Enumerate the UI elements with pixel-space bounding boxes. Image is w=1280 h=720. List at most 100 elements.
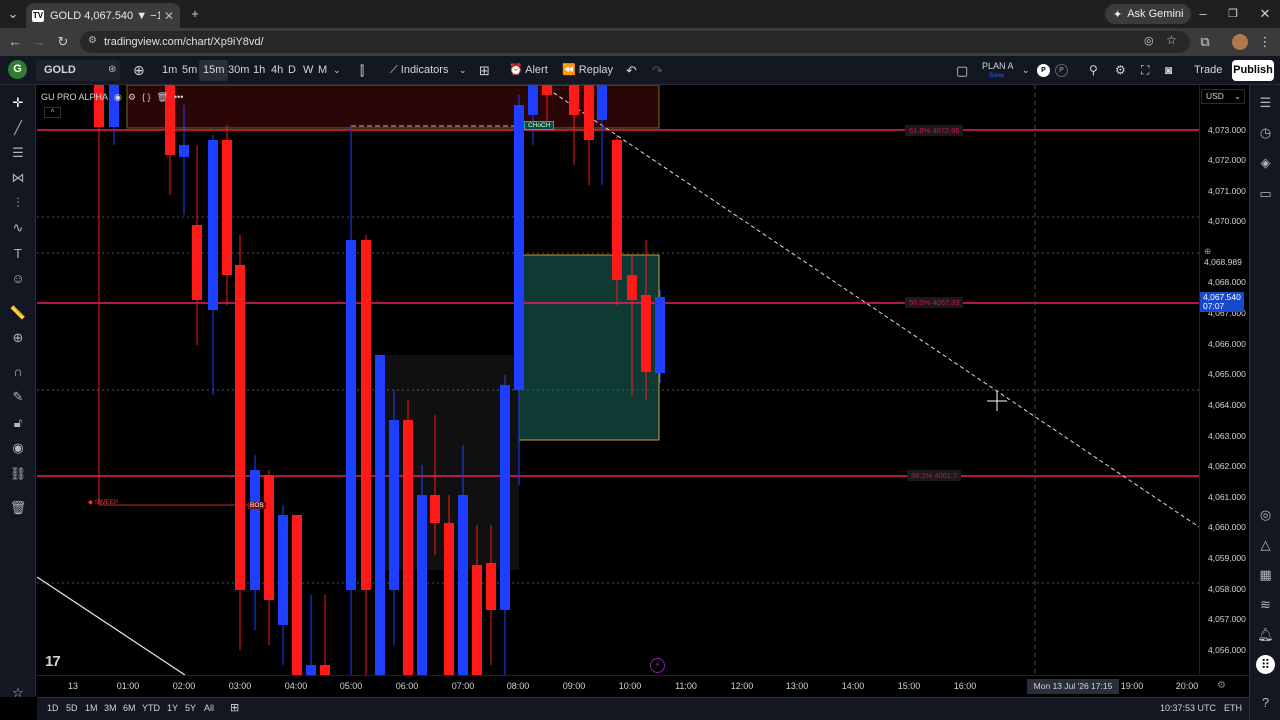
currency-select[interactable]: USD ⌄: [1201, 89, 1245, 104]
range-all[interactable]: All: [204, 703, 214, 713]
candle-style-icon[interactable]: ⫿: [356, 60, 368, 81]
indicator-delete-icon[interactable]: 🗑︎: [156, 92, 167, 103]
trade-button[interactable]: Trade: [1190, 60, 1226, 81]
indicator-visibility-icon[interactable]: ◉: [114, 92, 122, 103]
back-icon[interactable]: ←: [4, 28, 26, 56]
indicators-button[interactable]: ⟋ Indicators: [386, 60, 452, 81]
tradingview-logo[interactable]: 17: [45, 653, 61, 670]
interval-dropdown-icon[interactable]: ⌄: [329, 60, 345, 81]
quick-search-icon[interactable]: ⚲: [1085, 60, 1102, 81]
link-tool-icon[interactable]: ⛓: [8, 464, 28, 484]
extensions-icon[interactable]: ⧉: [1194, 28, 1216, 56]
interval-d[interactable]: D: [284, 60, 300, 81]
layout-dropdown-icon[interactable]: ⌄: [1018, 60, 1034, 81]
indicator-source-icon[interactable]: { }: [142, 92, 151, 102]
p-outline-icon[interactable]: P: [1055, 64, 1068, 77]
horizontal-lines-tool-icon[interactable]: ☰: [8, 143, 28, 163]
text-tool-icon[interactable]: T: [8, 244, 28, 264]
replay-button[interactable]: ⏪ Replay: [558, 60, 617, 81]
chat-icon[interactable]: ▭: [1256, 184, 1275, 203]
chart-pane[interactable]: GU PRO ALPHA ◉ ⚙ { } 🗑︎ ••• ^ 61.8% 4072…: [37, 85, 1199, 675]
settings-gear-icon[interactable]: ⚙: [1111, 60, 1130, 81]
emoji-tool-icon[interactable]: ☺: [8, 269, 28, 289]
range-5d[interactable]: 5D: [66, 703, 78, 713]
layout-save-label[interactable]: Save: [989, 72, 1004, 79]
minimize-icon[interactable]: –: [1188, 0, 1218, 28]
magnet-tool-icon[interactable]: ∩: [8, 362, 28, 382]
forward-icon[interactable]: →: [28, 28, 50, 56]
layers-icon[interactable]: ◈: [1256, 153, 1275, 172]
interval-5m[interactable]: 5m: [178, 60, 201, 81]
url-field[interactable]: ⚙ tradingview.com/chart/Xp9iY8vd/ ◎ ☆: [80, 31, 1190, 53]
lightning-event-icon[interactable]: ⚡︎: [650, 658, 665, 673]
reload-icon[interactable]: ↻: [52, 28, 74, 56]
axis-settings-icon[interactable]: ⚙: [1217, 680, 1226, 691]
profile-avatar[interactable]: [1232, 34, 1248, 50]
bookmark-star-icon[interactable]: ☆: [1166, 33, 1177, 47]
eye-off-icon[interactable]: ◎: [1144, 34, 1154, 47]
undo-icon[interactable]: ↶: [622, 60, 641, 81]
add-alert-plus-icon[interactable]: ⊕: [1204, 246, 1211, 256]
range-1y[interactable]: 1Y: [167, 703, 178, 713]
range-6m[interactable]: 6M: [123, 703, 136, 713]
range-1m[interactable]: 1M: [85, 703, 98, 713]
close-window-icon[interactable]: ✕: [1250, 0, 1280, 28]
alert-button[interactable]: ⏰ Alert: [505, 60, 552, 81]
trash-tool-icon[interactable]: 🗑︎: [8, 498, 28, 518]
eye-tool-icon[interactable]: ◉: [8, 438, 28, 458]
layout-square-icon[interactable]: ▢: [952, 60, 972, 81]
compare-plus-icon[interactable]: ⊕: [129, 60, 149, 81]
layout-name[interactable]: PLAN A: [982, 61, 1014, 71]
time-axis[interactable]: 13 01:00 02:00 03:00 04:00 05:00 06:00 07:00 08:…: [37, 675, 1249, 697]
redo-icon[interactable]: ↷: [648, 60, 667, 81]
streams-icon[interactable]: ≋: [1256, 595, 1275, 614]
help-icon[interactable]: ?: [1256, 693, 1275, 712]
p-badge-icon[interactable]: P: [1037, 64, 1050, 77]
ideas-icon[interactable]: △: [1256, 535, 1275, 554]
templates-grid-icon[interactable]: ⊞: [475, 60, 494, 81]
indicator-more-icon[interactable]: •••: [174, 92, 183, 102]
indicators-dropdown-icon[interactable]: ⌄: [455, 60, 471, 81]
clock-alerts-icon[interactable]: ◷: [1256, 123, 1275, 142]
apps-grid-icon[interactable]: ⠿: [1256, 655, 1275, 674]
session-toggle[interactable]: ETH: [1224, 703, 1242, 713]
tab-search-icon[interactable]: ⌄: [0, 0, 26, 28]
camera-icon[interactable]: ◙: [1161, 60, 1176, 81]
pencil-lock-tool-icon[interactable]: ✎: [8, 387, 28, 407]
favorite-star-icon[interactable]: ☆: [8, 683, 28, 703]
range-ytd[interactable]: YTD: [142, 703, 160, 713]
user-avatar[interactable]: G: [8, 60, 27, 79]
price-axis[interactable]: 4,073.000 4,072.000 4,071.000 4,070.000 4,06…: [1199, 85, 1249, 675]
watchlist-icon[interactable]: ☰: [1256, 93, 1275, 112]
range-5y[interactable]: 5Y: [185, 703, 196, 713]
target-icon[interactable]: ◎: [1256, 505, 1275, 524]
indicator-settings-icon[interactable]: ⚙: [128, 92, 136, 103]
goto-date-icon[interactable]: ⊞: [230, 701, 239, 714]
fullscreen-icon[interactable]: ⛶: [1137, 60, 1153, 81]
calendar-icon[interactable]: ▦: [1256, 565, 1275, 584]
indicator-name[interactable]: GU PRO ALPHA: [41, 92, 108, 102]
close-tab-icon[interactable]: ✕: [164, 9, 174, 23]
new-tab-icon[interactable]: +: [180, 0, 210, 28]
ruler-tool-icon[interactable]: 📏: [8, 303, 28, 323]
notifications-bell-icon[interactable]: 🔔︎: [1256, 625, 1275, 644]
price-tick-label: 4,071.000: [1208, 186, 1246, 196]
browser-menu-icon[interactable]: ⋮: [1254, 28, 1276, 56]
trend-line-tool-icon[interactable]: ╱: [8, 118, 28, 138]
utc-clock[interactable]: 10:37:53 UTC: [1160, 703, 1216, 713]
pattern-tool-icon[interactable]: ⋈: [8, 168, 28, 188]
browser-tab[interactable]: TV GOLD 4,067.540 ▼ −1.28% PLA ✕: [26, 3, 180, 28]
crosshair-tool-icon[interactable]: ✛: [8, 93, 28, 113]
site-info-icon[interactable]: ⚙: [88, 35, 97, 46]
symbol-menu-icon[interactable]: ⊛: [108, 64, 116, 75]
ask-gemini-button[interactable]: ✦ Ask Gemini: [1105, 4, 1192, 24]
range-1d[interactable]: 1D: [47, 703, 59, 713]
publish-button[interactable]: Publish: [1232, 60, 1274, 81]
brush-tool-icon[interactable]: ∿: [8, 218, 28, 238]
fib-tool-icon[interactable]: ⫶: [8, 193, 28, 213]
maximize-icon[interactable]: ❐: [1218, 0, 1248, 28]
range-3m[interactable]: 3M: [104, 703, 117, 713]
zoom-tool-icon[interactable]: ⊕: [8, 328, 28, 348]
collapse-legend-icon[interactable]: ^: [44, 107, 61, 118]
lock-tool-icon[interactable]: 🔓︎: [8, 413, 28, 433]
